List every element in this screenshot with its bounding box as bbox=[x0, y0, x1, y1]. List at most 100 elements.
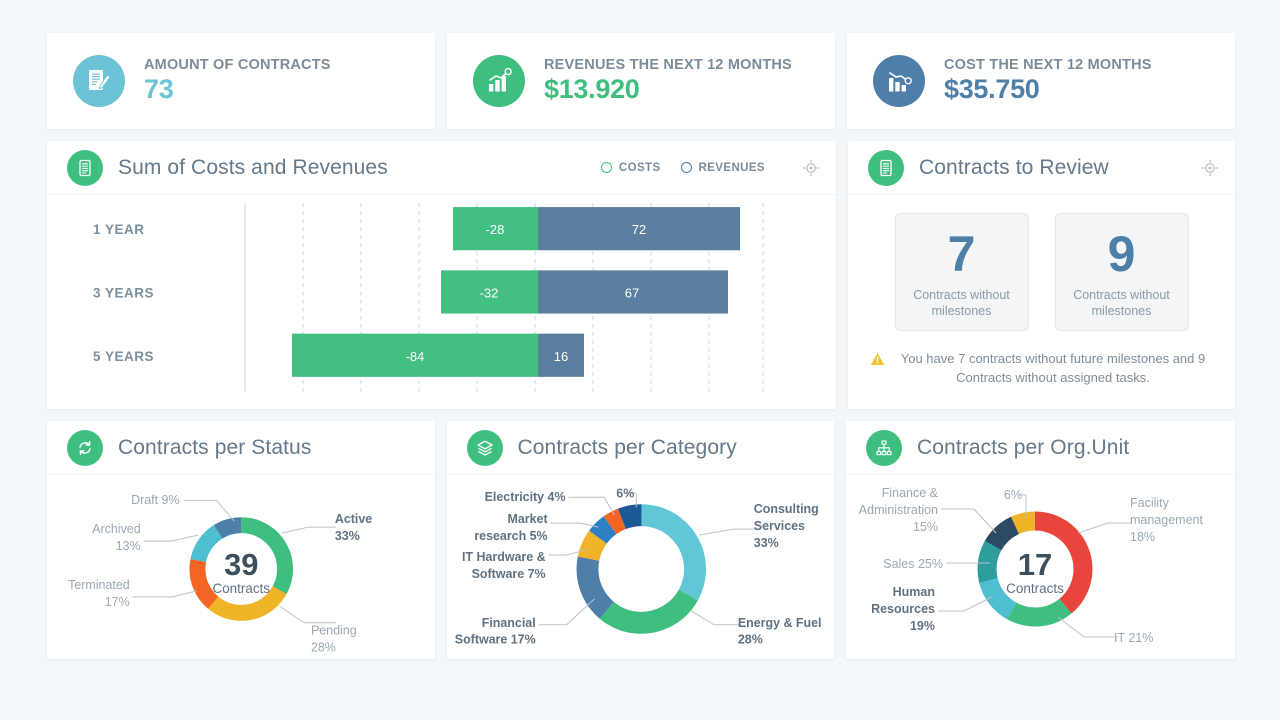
donut-label-energy-fuel-pct: 28% bbox=[737, 633, 762, 647]
panel-header: Sum of Costs and Revenues COSTS REVENUES bbox=[47, 141, 836, 195]
panel-row-middle: Sum of Costs and Revenues COSTS REVENUES bbox=[47, 141, 1235, 409]
crosshair-icon[interactable] bbox=[802, 159, 820, 177]
donut-label-energy-fuel: Energy & Fuel bbox=[737, 616, 821, 630]
kpi-value: 73 bbox=[144, 74, 174, 104]
kpi-card-amount-of-contracts[interactable]: AMOUNT OF CONTRACTS 73 bbox=[47, 33, 435, 129]
document-list-icon bbox=[868, 149, 904, 186]
donut-label-finance-pct: 15% bbox=[913, 520, 938, 534]
legend-dot-revenues-icon bbox=[680, 162, 692, 173]
warning-triangle-icon bbox=[870, 352, 885, 366]
kpi-value: $35.750 bbox=[944, 74, 1040, 104]
refresh-cycle-icon bbox=[67, 429, 103, 466]
warning-message: You have 7 contracts without future mile… bbox=[870, 350, 1213, 388]
kpi-label: AMOUNT OF CONTRACTS bbox=[144, 57, 331, 73]
donut-label-other: 6% bbox=[1004, 488, 1022, 502]
kpi-label: COST THE NEXT 12 MONTHS bbox=[944, 57, 1152, 73]
review-tile-without-milestones-1[interactable]: 7 Contracts without milestones bbox=[894, 213, 1029, 331]
panel-title: Contracts per Category bbox=[517, 435, 737, 459]
legend-label: COSTS bbox=[618, 161, 661, 174]
donut-label-other: 6% bbox=[616, 486, 634, 500]
donut-center-value: 17 bbox=[1018, 547, 1052, 582]
donut-label-electricity: Electricity 4% bbox=[484, 490, 565, 504]
panel-header: Contracts to Review bbox=[848, 141, 1235, 195]
bar-value-label: 67 bbox=[625, 285, 639, 300]
panel-sum-of-costs-and-revenues: Sum of Costs and Revenues COSTS REVENUES bbox=[47, 141, 836, 409]
donut-label-active: Active bbox=[335, 512, 372, 526]
document-pen-icon bbox=[73, 55, 125, 107]
warning-text: You have 7 contracts without future mile… bbox=[900, 351, 1206, 385]
panel-header: Contracts per Org.Unit bbox=[846, 421, 1235, 475]
donut-label-human-resources: Human bbox=[893, 585, 935, 599]
donut-label-sales: Sales 25% bbox=[883, 557, 943, 571]
kpi-card-cost-next-12-months[interactable]: COST THE NEXT 12 MONTHS $35.750 bbox=[847, 33, 1235, 129]
donut-chart-orgunit: 17 Contracts 6% Finance & Administration… bbox=[859, 486, 1204, 645]
donut-center-label: Contracts bbox=[1006, 581, 1064, 596]
bar-chart-up-icon bbox=[473, 55, 525, 107]
donut-label-finance: Finance & bbox=[882, 486, 939, 500]
donut-label-it: IT 21% bbox=[1114, 631, 1153, 645]
bar-category-label: 5 YEARS bbox=[93, 349, 154, 364]
org-hierarchy-icon bbox=[866, 429, 902, 466]
donut-body-status: 39 Contracts Draft 9% Archived 13% Termi… bbox=[47, 475, 435, 659]
crosshair-icon[interactable] bbox=[1201, 159, 1219, 177]
panel-contracts-per-org-unit: Contracts per Org.Unit 17 Contracts 6% F… bbox=[846, 421, 1235, 659]
donut-label-terminated-pct: 17% bbox=[105, 595, 130, 609]
bar-value-label: -32 bbox=[480, 285, 499, 300]
kpi-row: AMOUNT OF CONTRACTS 73 REVENUES THE NEXT… bbox=[47, 33, 1235, 129]
panel-contracts-per-status: Contracts per Status 39 Contracts Draft … bbox=[47, 421, 435, 659]
bar-category-label: 1 YEAR bbox=[93, 222, 144, 237]
donut-label-consulting-pct: 33% bbox=[753, 536, 778, 550]
tile-number: 7 bbox=[947, 225, 976, 282]
panel-title: Contracts to Review bbox=[919, 155, 1109, 179]
review-body: 7 Contracts without milestones 9 Contrac… bbox=[848, 195, 1235, 409]
donut-body-category: 6% Electricity 4% Market research 5% IT … bbox=[447, 475, 835, 659]
panel-contracts-per-category: Contracts per Category 6% Electricity 4%… bbox=[446, 421, 835, 659]
bar-chart-body: 1 YEAR -28 72 3 YEARS -32 67 5 YEARS -84 bbox=[47, 195, 836, 409]
donut-label-financial-software-pct: Software 17% bbox=[454, 633, 535, 647]
tile-caption: Contracts without milestones bbox=[1073, 287, 1170, 318]
legend-item-costs[interactable]: COSTS bbox=[600, 161, 661, 174]
kpi-card-revenues-next-12-months[interactable]: REVENUES THE NEXT 12 MONTHS $13.920 bbox=[447, 33, 835, 129]
panel-header: Contracts per Category bbox=[446, 421, 834, 475]
donut-label-archived: Archived bbox=[92, 522, 140, 536]
kpi-value: $13.920 bbox=[544, 74, 640, 104]
donut-label-human-resources-pct: 19% bbox=[910, 619, 935, 633]
layers-icon bbox=[466, 429, 503, 466]
donut-label-it-hardware-pct: Software 7% bbox=[471, 567, 545, 581]
legend-item-revenues[interactable]: REVENUES bbox=[680, 161, 765, 174]
donut-label-archived-pct: 13% bbox=[116, 539, 141, 553]
donut-label-draft: Draft 9% bbox=[131, 493, 179, 507]
review-tiles: 7 Contracts without milestones 9 Contrac… bbox=[870, 213, 1213, 331]
panel-header: Contracts per Status bbox=[47, 421, 435, 475]
donut-center-value: 39 bbox=[224, 547, 258, 582]
chart-legend: COSTS REVENUES bbox=[600, 161, 765, 174]
panel-title: Contracts per Status bbox=[118, 435, 312, 459]
donut-label-market-research-pct: research 5% bbox=[474, 529, 547, 543]
bar-value-label: -28 bbox=[486, 222, 505, 237]
panel-contracts-to-review: Contracts to Review 7 Contracts without … bbox=[848, 141, 1235, 409]
bar-value-label: 16 bbox=[554, 349, 568, 364]
donut-label-pending-pct: 28% bbox=[311, 641, 336, 655]
donut-body-orgunit: 17 Contracts 6% Finance & Administration… bbox=[846, 475, 1235, 659]
donut-label-human-resources-2: Resources bbox=[871, 602, 935, 616]
bar-category-label: 3 YEARS bbox=[93, 285, 154, 300]
donut-label-market-research: Market bbox=[507, 512, 547, 526]
tile-caption: Contracts without milestones bbox=[913, 287, 1010, 318]
tile-number: 9 bbox=[1107, 225, 1136, 282]
donut-label-pending: Pending bbox=[311, 624, 357, 638]
legend-label: REVENUES bbox=[698, 161, 765, 174]
review-tile-without-milestones-2[interactable]: 9 Contracts without milestones bbox=[1054, 213, 1189, 331]
dashboard-root: AMOUNT OF CONTRACTS 73 REVENUES THE NEXT… bbox=[0, 0, 1280, 720]
donut-label-financial-software: Financial bbox=[481, 616, 535, 630]
donut-label-finance-2: Administration bbox=[859, 503, 938, 517]
donut-label-facility-2: management bbox=[1130, 513, 1203, 527]
bar-value-label: -84 bbox=[406, 349, 425, 364]
bar-value-label: 72 bbox=[632, 222, 646, 237]
donut-label-consulting: Consulting bbox=[753, 502, 818, 516]
document-list-icon bbox=[67, 149, 103, 186]
donut-label-facility: Facility bbox=[1130, 496, 1170, 510]
donut-label-it-hardware: IT Hardware & bbox=[461, 550, 545, 564]
panel-title: Contracts per Org.Unit bbox=[917, 435, 1130, 459]
kpi-label: REVENUES THE NEXT 12 MONTHS bbox=[544, 57, 792, 73]
donut-label-active-pct: 33% bbox=[335, 529, 360, 543]
